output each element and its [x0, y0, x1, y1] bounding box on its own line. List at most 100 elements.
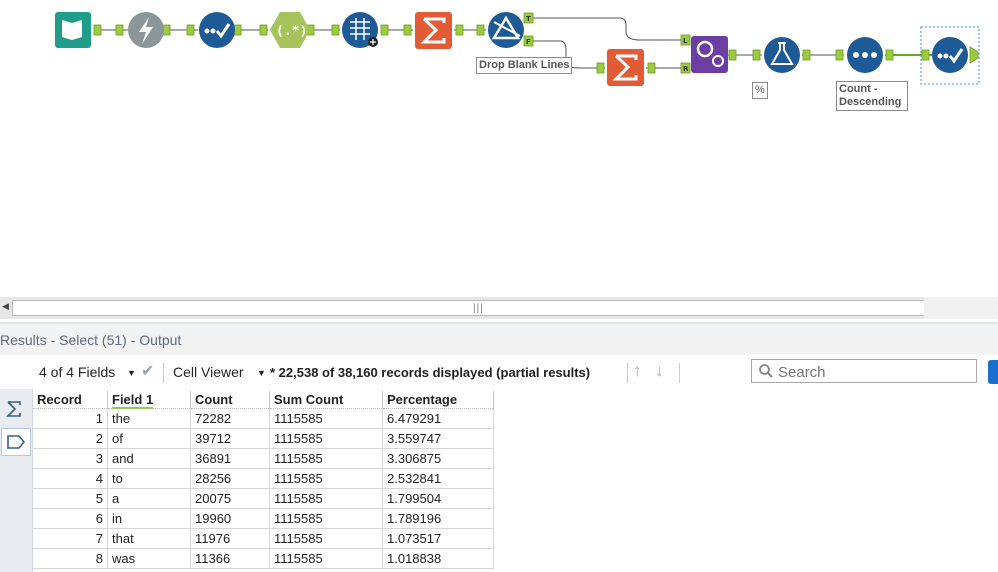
svg-text:(.*): (.*) [276, 24, 307, 39]
join-tool-icon[interactable] [691, 36, 728, 73]
summarize-tool-icon[interactable] [415, 12, 452, 49]
viewer-chevron-down-icon[interactable]: ▼ [257, 368, 266, 378]
toolbar-divider [627, 363, 628, 383]
select-tool-icon[interactable] [199, 12, 235, 48]
table-cell[interactable]: 19960 [190, 508, 270, 529]
sort-annotation-line2: Descending [839, 96, 902, 108]
scrollbar-corner [924, 297, 998, 319]
table-cell[interactable]: 1115585 [269, 548, 383, 569]
table-cell[interactable]: 5 [33, 488, 108, 509]
fields-dropdown[interactable]: 4 of 4 Fields [39, 364, 115, 380]
table-cell[interactable]: 39712 [190, 428, 270, 449]
arrow-up-icon[interactable]: ↑ [633, 361, 642, 381]
scrollbar-thumb[interactable]: ||| [12, 300, 925, 316]
table-cell[interactable]: 7 [33, 528, 108, 549]
table-cell[interactable]: 36891 [190, 448, 270, 469]
table-cell[interactable]: 6 [33, 508, 108, 529]
table-cell[interactable]: 1115585 [269, 528, 383, 549]
table-row[interactable]: 1 the 72282 1115585 6.479291 [33, 408, 494, 429]
scrollbar-grip: ||| [473, 303, 484, 314]
sort-tool-icon[interactable] [847, 37, 883, 73]
filter-tool-icon[interactable] [488, 12, 524, 48]
results-table: Record Field 1 Count Sum Count Percentag… [33, 391, 494, 569]
table-cell[interactable]: 1115585 [269, 408, 383, 429]
column-header-sum-count[interactable]: Sum Count [269, 391, 383, 409]
table-cell[interactable]: 1115585 [269, 448, 383, 469]
table-cell[interactable]: 3.559747 [382, 428, 494, 449]
multi-row-formula-tool-icon[interactable] [342, 12, 378, 48]
table-cell[interactable]: 3.306875 [382, 448, 494, 469]
sort-annotation: Count - Descending [836, 81, 908, 111]
table-cell[interactable]: 11366 [190, 548, 270, 569]
toolbar-divider [163, 363, 164, 383]
arrow-down-icon[interactable]: ↓ [655, 361, 664, 381]
table-cell[interactable]: the [107, 408, 191, 429]
canvas-horizontal-scrollbar[interactable]: ◀ ||| [0, 297, 998, 319]
table-cell[interactable]: of [107, 428, 191, 449]
metadata-icon[interactable] [3, 398, 25, 420]
summarize-tool-2-icon[interactable] [607, 49, 644, 86]
table-cell[interactable]: 6.479291 [382, 408, 494, 429]
table-cell[interactable]: 2 [33, 428, 108, 449]
tag-view-button[interactable] [1, 428, 31, 456]
table-header-row: Record Field 1 Count Sum Count Percentag… [33, 391, 494, 409]
apply-check-icon[interactable]: ✔ [141, 361, 154, 381]
scroll-left-icon[interactable]: ◀ [2, 301, 9, 312]
sort-annotation-line1: Count - [839, 83, 878, 95]
join-right-label: R [683, 65, 689, 73]
drop-blank-annotation: Drop Blank Lines [476, 57, 573, 74]
table-cell[interactable]: 1115585 [269, 488, 383, 509]
options-button[interactable] [988, 360, 998, 384]
table-cell[interactable]: was [107, 548, 191, 569]
column-header-percentage[interactable]: Percentage [382, 391, 494, 409]
table-cell[interactable]: that [107, 528, 191, 549]
table-cell[interactable]: 1 [33, 408, 108, 429]
table-row[interactable]: 2 of 39712 1115585 3.559747 [33, 428, 494, 449]
table-cell[interactable]: 4 [33, 468, 108, 489]
table-cell[interactable]: 72282 [190, 408, 270, 429]
regex-tool-icon[interactable]: (.*) [270, 12, 310, 48]
table-cell[interactable]: 1.789196 [382, 508, 494, 529]
fields-chevron-down-icon[interactable]: ▼ [127, 368, 136, 378]
formula-tool-icon[interactable] [764, 37, 800, 73]
workflow-canvas[interactable]: T F L R (.*) Drop Blank Lines % Count - … [0, 0, 998, 296]
table-row[interactable]: 4 to 28256 1115585 2.532841 [33, 468, 494, 489]
table-cell[interactable]: 28256 [190, 468, 270, 489]
column-header-count[interactable]: Count [190, 391, 270, 409]
formula-annotation: % [752, 82, 768, 99]
table-cell[interactable]: to [107, 468, 191, 489]
table-cell[interactable]: 1115585 [269, 508, 383, 529]
table-cell[interactable]: 3 [33, 448, 108, 469]
cell-viewer-dropdown[interactable]: Cell Viewer [173, 364, 244, 380]
input-tool-icon[interactable] [55, 12, 91, 48]
table-cell[interactable]: and [107, 448, 191, 469]
table-cell[interactable]: 1.799504 [382, 488, 494, 509]
table-cell[interactable]: 1115585 [269, 428, 383, 449]
text-to-columns-tool-icon[interactable] [128, 12, 164, 48]
table-cell[interactable]: in [107, 508, 191, 529]
column-header-field1-label: Field 1 [112, 392, 154, 409]
column-header-field1[interactable]: Field 1 [107, 391, 191, 409]
table-cell[interactable]: 2.532841 [382, 468, 494, 489]
table-cell[interactable]: 8 [33, 548, 108, 569]
join-left-label: L [683, 37, 688, 45]
table-cell[interactable]: 1.018838 [382, 548, 494, 569]
table-row[interactable]: 8 was 11366 1115585 1.018838 [33, 548, 494, 569]
table-row[interactable]: 5 a 20075 1115585 1.799504 [33, 488, 494, 509]
table-cell[interactable]: 20075 [190, 488, 270, 509]
table-cell[interactable]: 1115585 [269, 468, 383, 489]
workflow-diagram: T F L R (.*) [55, 12, 980, 86]
table-row[interactable]: 7 that 11976 1115585 1.073517 [33, 528, 494, 549]
table-cell[interactable]: 1.073517 [382, 528, 494, 549]
table-cell[interactable]: a [107, 488, 191, 509]
results-title: Results - Select (51) - Output [0, 322, 998, 356]
filter-true-label: T [526, 15, 531, 23]
tag-icon [7, 435, 26, 449]
column-header-record[interactable]: Record [33, 391, 108, 409]
table-row[interactable]: 3 and 36891 1115585 3.306875 [33, 448, 494, 469]
table-cell[interactable]: 11976 [190, 528, 270, 549]
toolbar-divider [679, 363, 680, 383]
search-input[interactable] [751, 359, 977, 383]
table-row[interactable]: 6 in 19960 1115585 1.789196 [33, 508, 494, 529]
filter-false-label: F [526, 38, 531, 46]
